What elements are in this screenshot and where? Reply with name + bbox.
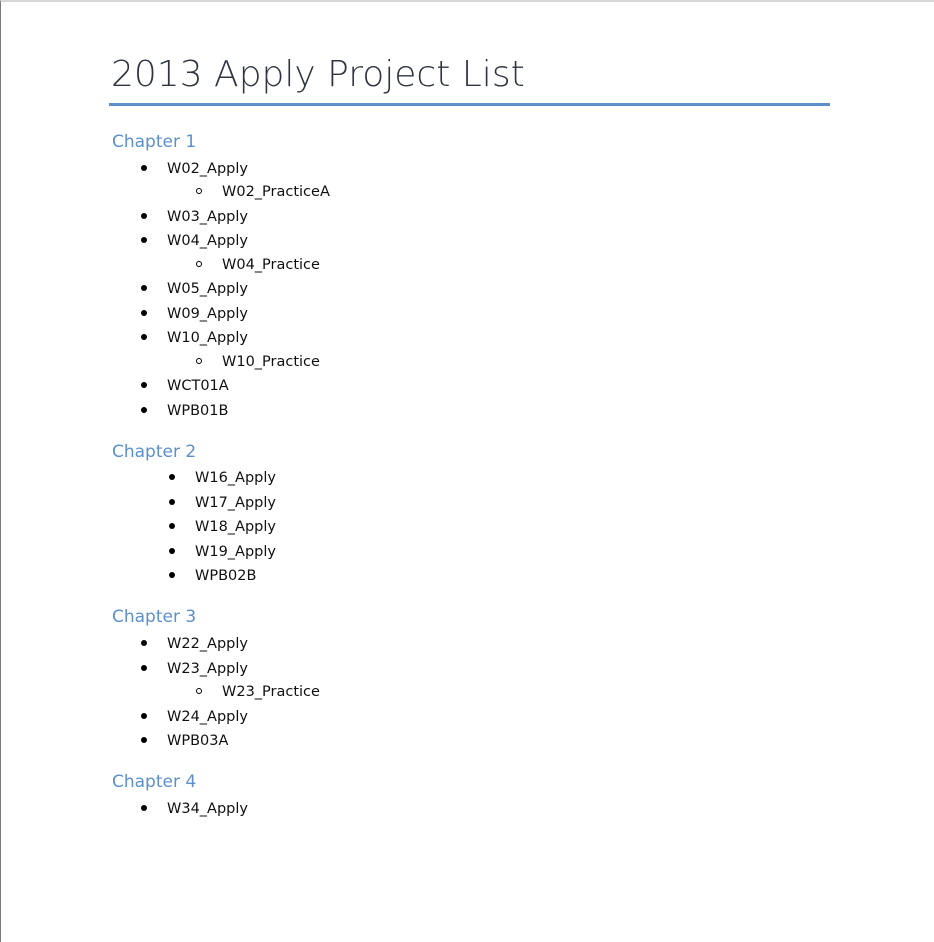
bullet-icon [141,737,147,743]
list-item: W34_Apply [167,801,248,817]
bullet-icon [141,640,147,646]
bullet-icon [141,285,147,291]
bullet-icon [141,407,147,413]
chapter-heading: Chapter 1 [112,132,197,152]
list-item: W10_Apply [167,330,248,346]
list-item: WCT01A [167,378,229,394]
list-item: W02_Apply [167,161,248,177]
bullet-icon [141,165,147,171]
bullet-icon [141,382,147,388]
list-item: W18_Apply [195,519,276,535]
list-item: W22_Apply [167,636,248,652]
title-underline [109,103,830,106]
bullet-icon [169,572,175,578]
sub-list-item: W02_PracticeA [222,184,330,200]
hollow-bullet-icon [196,358,202,364]
bullet-icon [169,499,175,505]
bullet-icon [141,334,147,340]
list-item: W23_Apply [167,661,248,677]
hollow-bullet-icon [196,261,202,267]
list-item: WPB01B [167,403,229,419]
list-item: W24_Apply [167,709,248,725]
bullet-icon [141,310,147,316]
bullet-icon [141,213,147,219]
bullet-icon [141,237,147,243]
chapter-heading: Chapter 2 [112,442,197,462]
hollow-bullet-icon [196,688,202,694]
document-title: 2013 Apply Project List [111,54,525,95]
list-item: W04_Apply [167,233,248,249]
bullet-icon [169,548,175,554]
sub-list-item: W10_Practice [222,354,320,370]
list-item: W17_Apply [195,495,276,511]
bullet-icon [141,713,147,719]
list-item: W09_Apply [167,306,248,322]
sub-list-item: W23_Practice [222,684,320,700]
hollow-bullet-icon [196,188,202,194]
list-item: W03_Apply [167,209,248,225]
list-item: WPB03A [167,733,229,749]
list-item: WPB02B [195,568,257,584]
chapter-heading: Chapter 4 [112,772,197,792]
sub-list-item: W04_Practice [222,257,320,273]
list-item: W16_Apply [195,470,276,486]
bullet-icon [141,805,147,811]
bullet-icon [169,474,175,480]
document-page: 2013 Apply Project List Chapter 1 W02_App… [0,0,934,942]
list-item: W05_Apply [167,281,248,297]
list-item: W19_Apply [195,544,276,560]
bullet-icon [141,665,147,671]
chapter-heading: Chapter 3 [112,607,197,627]
bullet-icon [169,523,175,529]
